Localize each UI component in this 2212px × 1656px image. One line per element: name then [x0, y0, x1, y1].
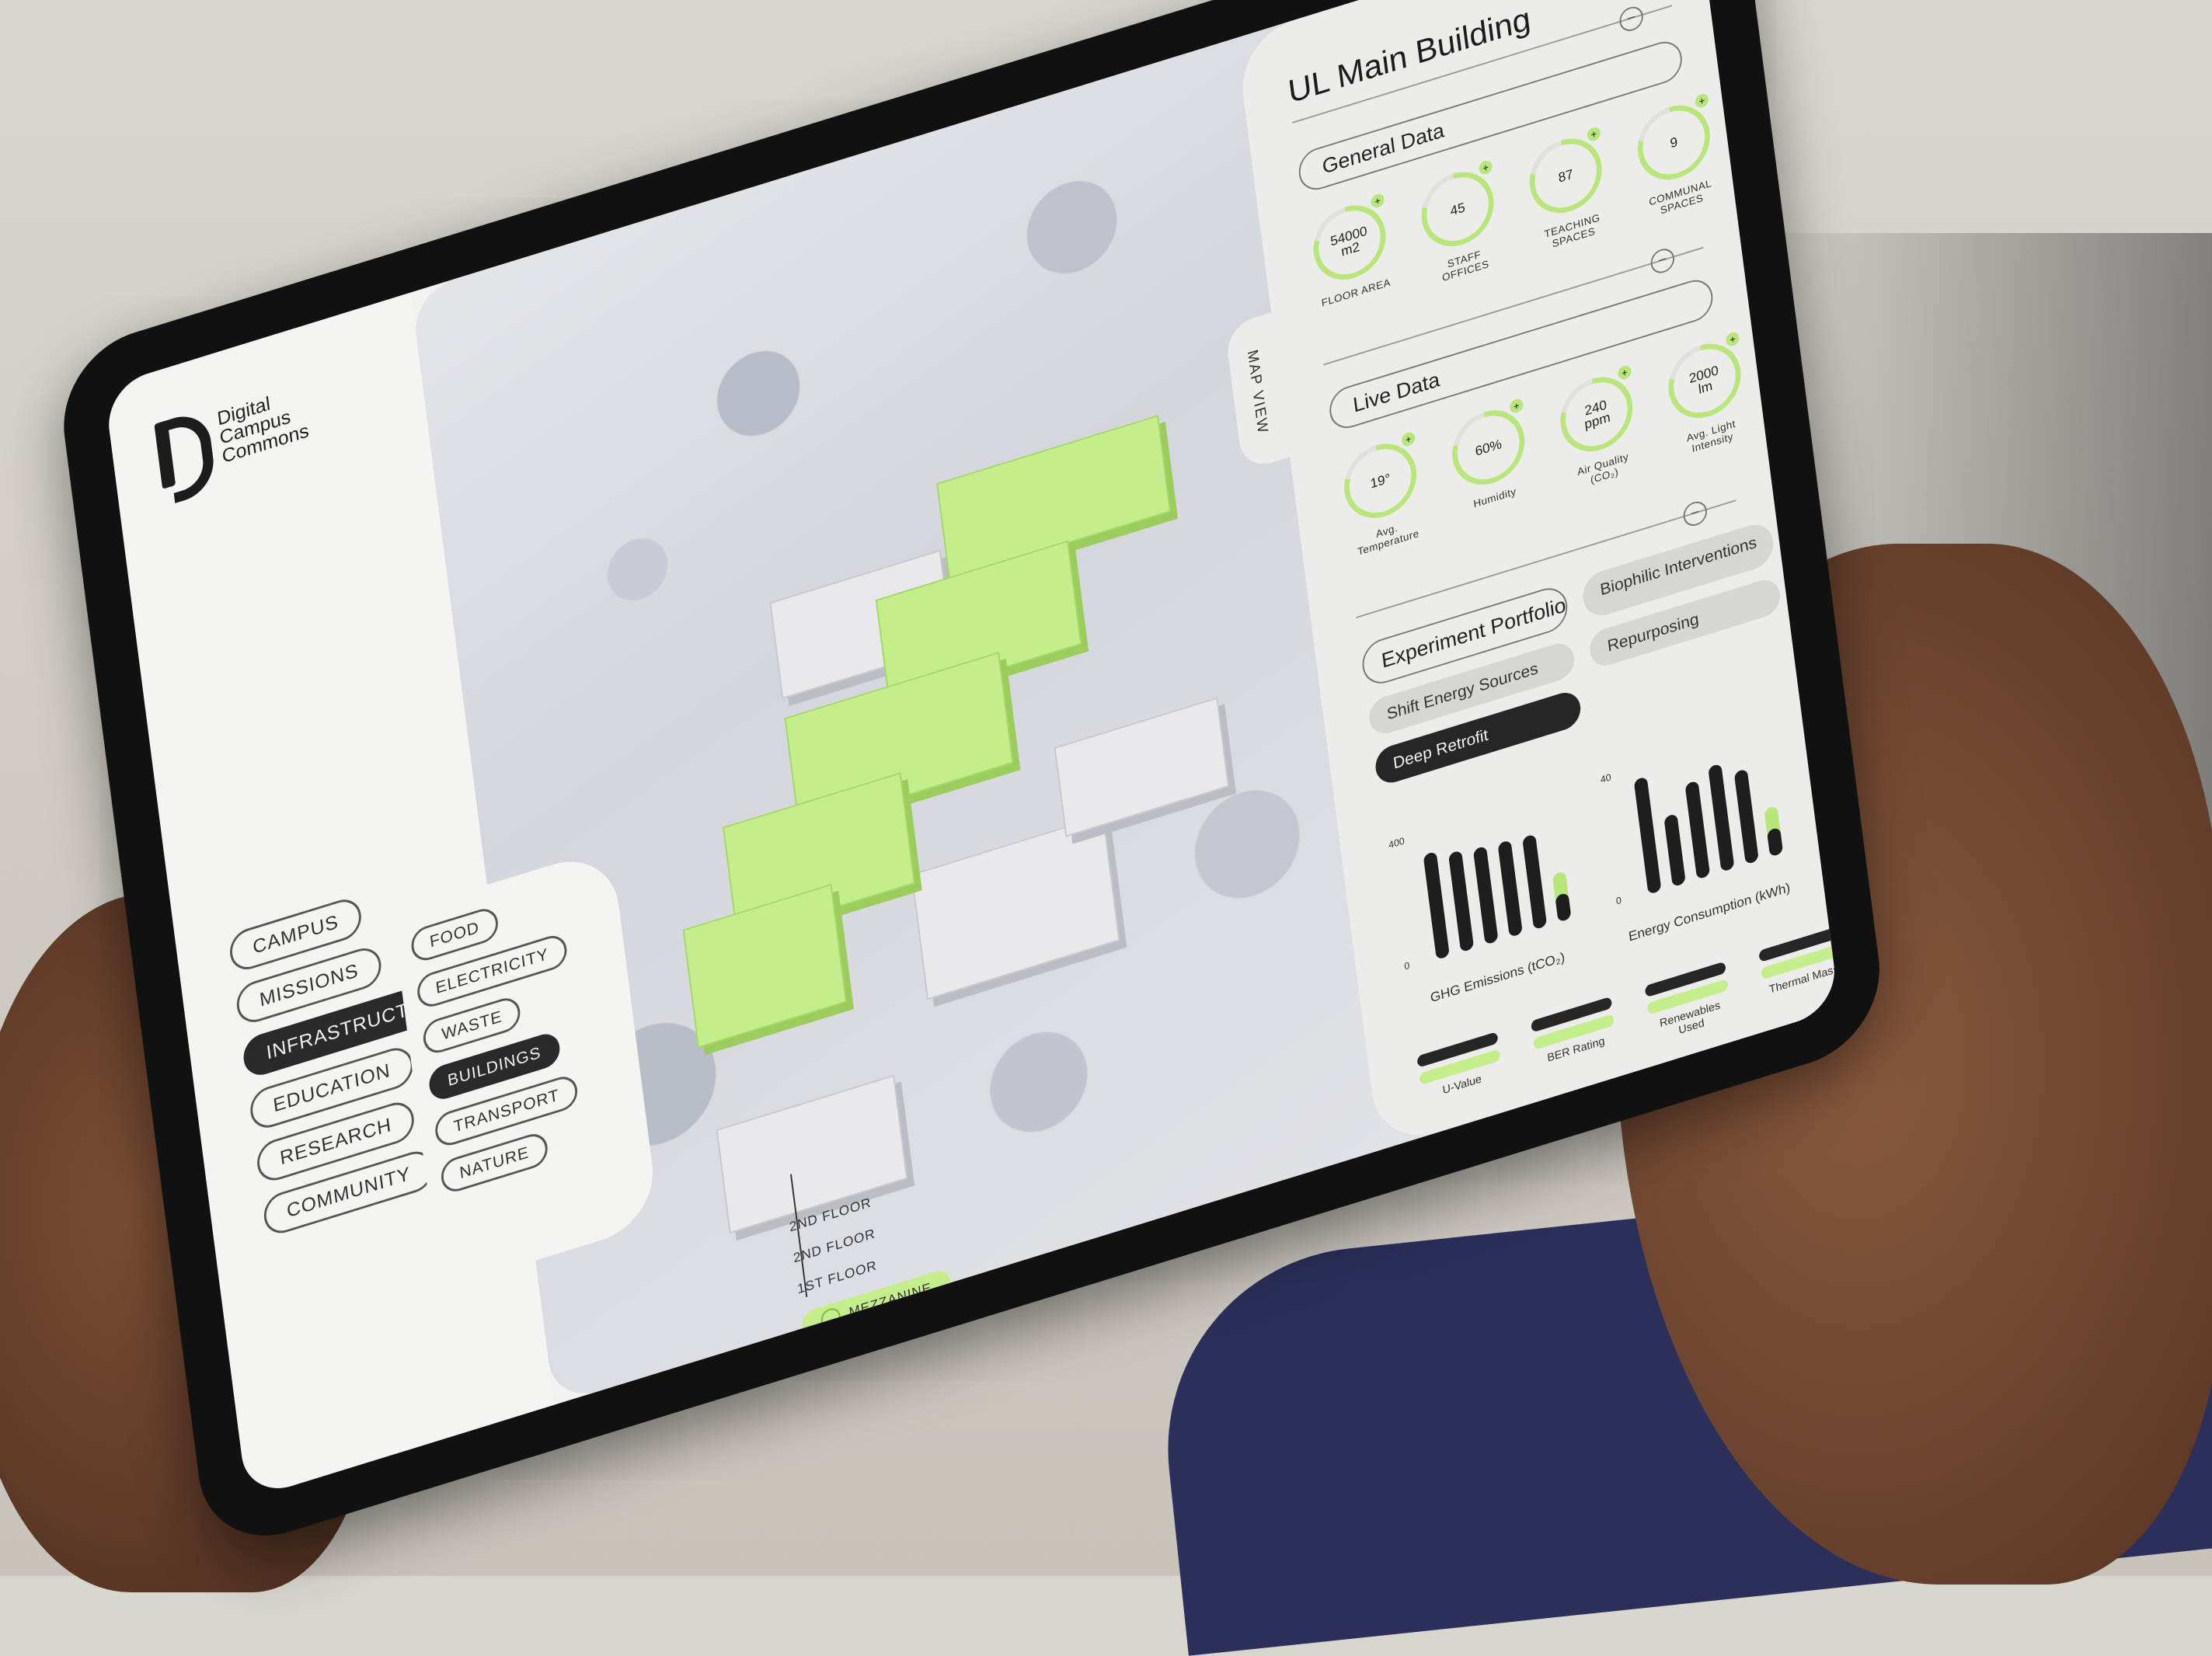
- selected-building-wing[interactable]: [682, 883, 848, 1049]
- gauge-label: COMMUNAL SPACES: [1648, 176, 1712, 217]
- expand-plus-icon[interactable]: +: [1586, 125, 1601, 143]
- collapse-icon[interactable]: −: [1618, 3, 1645, 34]
- map-view-label: MAP VIEW: [1244, 347, 1271, 437]
- y-tick-label: 0: [1404, 960, 1411, 972]
- chart-bar[interactable]: [1423, 851, 1450, 960]
- logo-mark-icon: [154, 408, 218, 504]
- collapse-icon[interactable]: −: [1681, 498, 1709, 529]
- chart-bar[interactable]: [1448, 850, 1474, 952]
- chart-bar[interactable]: [1473, 846, 1499, 945]
- metric-renewables: Renewables Used: [1641, 960, 1737, 1046]
- gauge-ring: 2000 lm +: [1664, 330, 1745, 428]
- gauge-label: Humidity: [1472, 485, 1517, 510]
- gauge-ring: 45 +: [1417, 158, 1499, 256]
- gauge-ring: 19° +: [1339, 430, 1421, 527]
- expand-plus-icon[interactable]: +: [1478, 158, 1493, 176]
- metric-ber-rating: BER Rating: [1527, 995, 1622, 1081]
- map-building[interactable]: [1054, 697, 1230, 837]
- chart-bar[interactable]: [1497, 840, 1522, 938]
- chart-bar[interactable]: [1522, 833, 1547, 930]
- chart-bar[interactable]: [1663, 813, 1686, 887]
- y-tick-label: 400: [1388, 835, 1405, 851]
- chart-bar[interactable]: [1734, 768, 1759, 865]
- gauge-temperature: 19° + Avg. Temperature: [1336, 430, 1429, 561]
- gauge-label: Air Quality (CO₂): [1576, 450, 1629, 486]
- gauge-floor-area: 54000 m2 + FLOOR AREA: [1305, 192, 1398, 322]
- chart-bar[interactable]: [1684, 781, 1710, 880]
- expand-plus-icon[interactable]: +: [1370, 192, 1385, 210]
- gauge-ring: 87 +: [1525, 125, 1607, 223]
- expand-plus-icon[interactable]: +: [1725, 330, 1740, 348]
- logo[interactable]: Digital Campus Commons: [154, 378, 310, 504]
- chart-bar[interactable]: [1708, 764, 1734, 872]
- logo-text: Digital Campus Commons: [216, 383, 310, 468]
- gauge-label: STAFF OFFICES: [1441, 248, 1490, 284]
- chart-bar[interactable]: [1634, 776, 1662, 895]
- gauge-ring: 60% +: [1447, 397, 1529, 494]
- metric-thermal-mass: Thermal Mass: [1755, 925, 1840, 1011]
- gauge-ring: 9 +: [1633, 92, 1715, 190]
- y-tick-label: 40: [1600, 771, 1611, 785]
- expand-plus-icon[interactable]: +: [1617, 364, 1632, 381]
- gauge-label: TEACHING SPACES: [1543, 211, 1601, 250]
- expand-plus-icon[interactable]: +: [1694, 92, 1709, 110]
- sub-nav: FOOD ELECTRICITY WASTE BUILDINGS TRANSPO…: [409, 885, 593, 1196]
- y-tick-label: 0: [1615, 895, 1622, 907]
- gauge-communal-spaces: 9 + COMMUNAL SPACES: [1629, 92, 1723, 222]
- gauge-teaching-spaces: 87 + TEACHING SPACES: [1521, 125, 1615, 256]
- gauge-label: FLOOR AREA: [1320, 276, 1392, 309]
- sub-nav-panel: FOOD ELECTRICITY WASTE BUILDINGS TRANSPO…: [392, 846, 660, 1290]
- collapse-icon[interactable]: −: [1649, 245, 1676, 277]
- gauge-light-intensity: 2000 lm + Avg. Light Intensity: [1660, 330, 1753, 461]
- gauge-humidity: 60% + Humidity: [1444, 397, 1537, 527]
- gauge-label: Avg. Temperature: [1357, 521, 1420, 558]
- energy-chart: 40 0 Energy Consumption (kWh): [1596, 712, 1802, 948]
- ghg-chart: 400 0 GHG Emissions (tCO₂): [1384, 778, 1590, 1014]
- gauge-air-quality: 240 ppm + Air Quality (CO₂): [1552, 364, 1645, 494]
- expand-plus-icon[interactable]: +: [1401, 430, 1416, 448]
- gauge-ring: 240 ppm +: [1555, 364, 1637, 461]
- map-building[interactable]: [911, 815, 1120, 1000]
- gauge-staff-offices: 45 + STAFF OFFICES: [1413, 158, 1507, 289]
- expand-plus-icon[interactable]: +: [1509, 397, 1524, 415]
- gauge-ring: 54000 m2 +: [1309, 192, 1390, 289]
- gauge-label: Avg. Light Intensity: [1685, 417, 1737, 455]
- metric-u-value: U-Value: [1413, 1031, 1509, 1117]
